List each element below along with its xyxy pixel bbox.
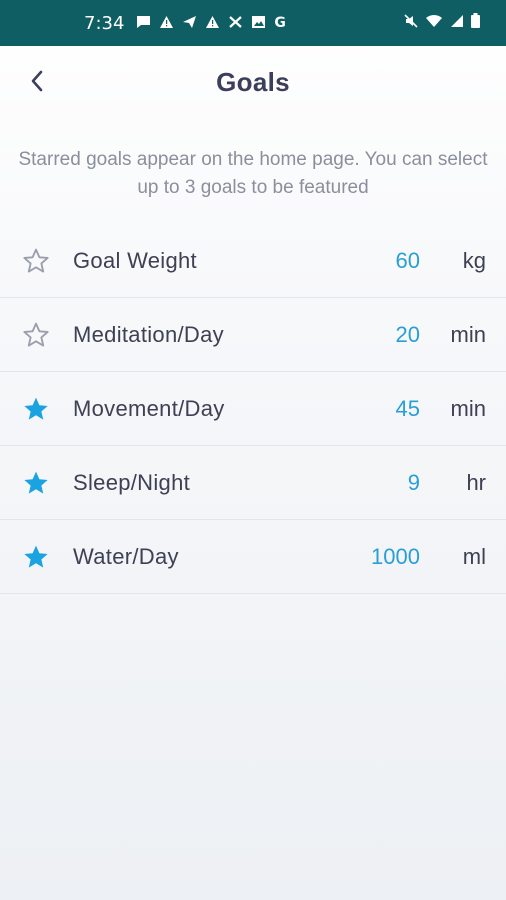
goal-unit: hr xyxy=(466,469,486,495)
status-bar-left: 7:34 G xyxy=(84,13,286,34)
goal-unit: min xyxy=(450,395,486,421)
goal-value[interactable]: 9 xyxy=(310,470,420,496)
status-bar: 7:34 G xyxy=(0,0,506,46)
goal-row-meditation[interactable]: Meditation/Day 20 min xyxy=(0,298,506,372)
tools-icon xyxy=(228,15,243,32)
star-filled-icon[interactable] xyxy=(22,395,50,423)
goal-value[interactable]: 1000 xyxy=(310,544,420,570)
google-icon: G xyxy=(274,15,286,31)
status-bar-right xyxy=(404,13,480,33)
status-time: 7:34 xyxy=(84,12,125,34)
goal-row-water[interactable]: Water/Day 1000 ml xyxy=(0,520,506,594)
goal-value[interactable]: 60 xyxy=(310,248,420,274)
star-outline-icon[interactable] xyxy=(22,247,50,275)
goal-row-movement[interactable]: Movement/Day 45 min xyxy=(0,372,506,446)
goal-label: Meditation/Day xyxy=(73,321,224,347)
page-title: Goals xyxy=(216,66,290,97)
send-icon xyxy=(182,15,197,32)
image-icon xyxy=(251,15,266,32)
goal-unit: kg xyxy=(462,247,486,273)
back-button[interactable] xyxy=(22,66,52,96)
goal-label: Sleep/Night xyxy=(73,469,191,495)
goals-list: Goal Weight 60 kg Meditation/Day 20 min … xyxy=(0,224,506,594)
goal-unit: ml xyxy=(462,543,486,569)
warning-icon xyxy=(205,15,220,32)
warning-icon xyxy=(159,15,174,32)
goal-unit: min xyxy=(450,321,486,347)
goal-value[interactable]: 45 xyxy=(310,396,420,422)
star-outline-icon[interactable] xyxy=(22,321,50,349)
goal-label: Water/Day xyxy=(73,543,179,569)
goal-label: Movement/Day xyxy=(73,395,225,421)
mute-icon xyxy=(404,13,418,33)
back-chevron-icon xyxy=(31,70,43,92)
goal-row-sleep[interactable]: Sleep/Night 9 hr xyxy=(0,446,506,520)
header: Goals xyxy=(0,46,506,122)
goals-description: Starred goals appear on the home page. Y… xyxy=(18,149,488,198)
star-filled-icon[interactable] xyxy=(22,469,50,497)
battery-icon xyxy=(471,13,480,33)
message-icon xyxy=(136,15,151,32)
star-filled-icon[interactable] xyxy=(22,543,50,571)
goal-row-goal-weight[interactable]: Goal Weight 60 kg xyxy=(0,224,506,298)
wifi-icon xyxy=(425,14,443,33)
signal-icon xyxy=(450,14,464,33)
goal-label: Goal Weight xyxy=(73,247,197,273)
goal-value[interactable]: 20 xyxy=(310,322,420,348)
